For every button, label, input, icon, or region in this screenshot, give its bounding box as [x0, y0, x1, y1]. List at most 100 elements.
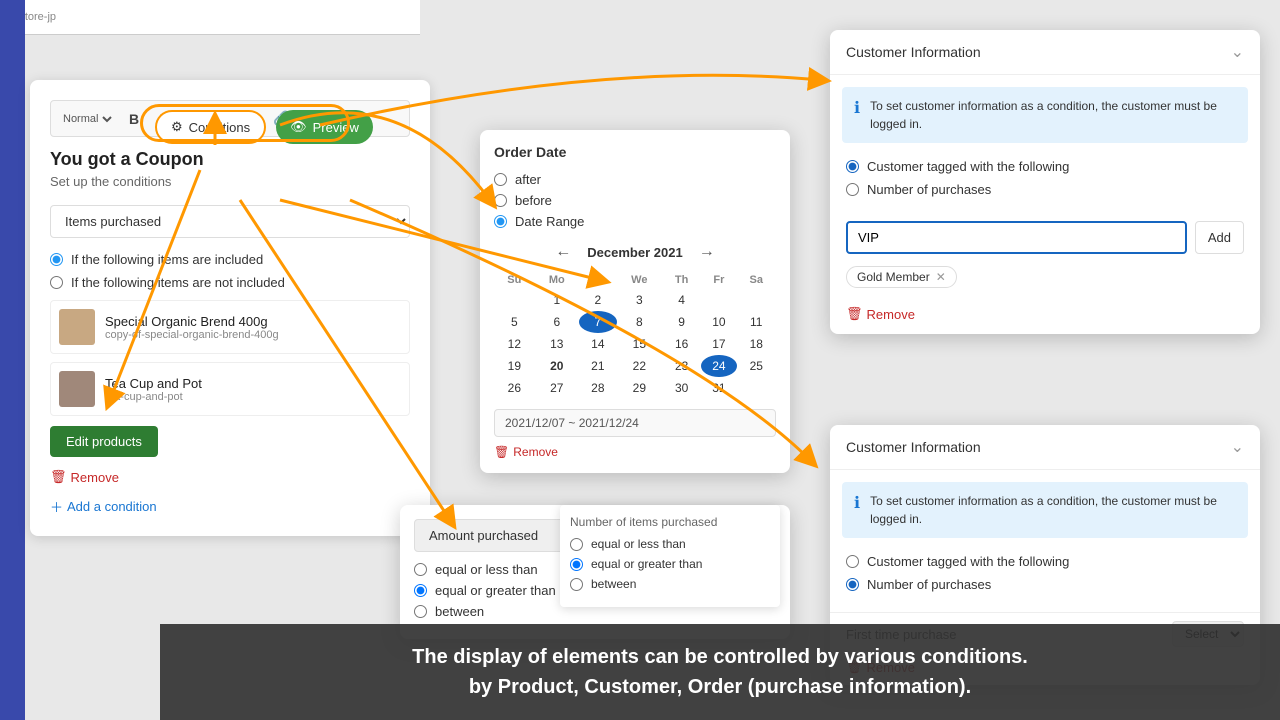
cal-header-th: Th: [662, 271, 701, 289]
info-icon-2: ℹ: [854, 493, 860, 513]
edit-products-button[interactable]: Edit products: [50, 426, 158, 457]
remove-condition-link[interactable]: 🗑 Remove: [50, 469, 410, 485]
cal-day[interactable]: 11: [737, 311, 777, 333]
font-size-select[interactable]: Normal: [59, 112, 115, 126]
table-row: 5 6 7 8 9 10 11: [494, 311, 776, 333]
date-radio-group: after before Date Range: [494, 172, 776, 229]
next-month-button[interactable]: →: [693, 241, 721, 263]
cal-day[interactable]: [737, 289, 777, 311]
editor-top-bar: r-store-jp: [0, 0, 420, 35]
radio-items-not-included[interactable]: If the following items are not included: [50, 275, 410, 290]
cal-day[interactable]: 25: [737, 355, 777, 377]
cal-day[interactable]: 2: [579, 289, 617, 311]
calendar-header: ← December 2021 →: [494, 241, 776, 263]
items-count-panel: Number of items purchased equal or less …: [560, 505, 780, 607]
cal-day[interactable]: 19: [494, 355, 535, 377]
cal-day[interactable]: [737, 377, 777, 399]
conditions-button[interactable]: ⚙ Conditions: [155, 110, 266, 144]
product-name: Tea Cup and Pot: [105, 376, 202, 391]
radio-before[interactable]: before: [494, 193, 776, 208]
tag-input-row: Add: [846, 221, 1244, 254]
radio-items-less[interactable]: equal or less than: [570, 537, 770, 551]
cal-day[interactable]: 14: [579, 333, 617, 355]
cal-day[interactable]: 27: [535, 377, 579, 399]
cal-day[interactable]: 6: [535, 311, 579, 333]
radio-customer-tagged[interactable]: Customer tagged with the following: [846, 159, 1244, 174]
cal-day[interactable]: 10: [701, 311, 736, 333]
cal-header-mo: Mo: [535, 271, 579, 289]
add-tag-button[interactable]: Add: [1195, 221, 1244, 254]
tag-remove-icon[interactable]: ✕: [936, 270, 946, 284]
cal-day[interactable]: 22: [617, 355, 662, 377]
radio-customer-tagged-2[interactable]: Customer tagged with the following: [846, 554, 1244, 569]
items-radio-group: If the following items are included If t…: [50, 252, 410, 290]
customer-radio-group-2: Customer tagged with the following Numbe…: [830, 550, 1260, 612]
cal-day[interactable]: [701, 289, 736, 311]
product-info: Tea Cup and Pot tea-cup-and-pot: [105, 376, 202, 403]
items-count-label: Number of items purchased: [570, 515, 770, 529]
gear-icon: ⚙: [171, 119, 183, 135]
remove-date-link[interactable]: 🗑 Remove: [494, 445, 776, 459]
cal-day[interactable]: 28: [579, 377, 617, 399]
customer-info-panel-1: Customer Information ⌄ ℹ To set customer…: [830, 30, 1260, 334]
cal-day[interactable]: 4: [662, 289, 701, 311]
cal-day[interactable]: 17: [701, 333, 736, 355]
radio-number-purchases[interactable]: Number of purchases: [846, 182, 1244, 197]
cal-day-end[interactable]: 24: [701, 355, 736, 377]
condition-type-select[interactable]: Items purchased: [50, 205, 410, 238]
cal-day-selected[interactable]: 7: [579, 311, 617, 333]
customer-info-title: Customer Information: [846, 44, 981, 60]
chevron-down-icon: ⌄: [1231, 42, 1244, 62]
cal-header-we: We: [617, 271, 662, 289]
radio-number-purchases-2[interactable]: Number of purchases: [846, 577, 1244, 592]
cal-day[interactable]: 1: [535, 289, 579, 311]
caption-bar: The display of elements can be controlle…: [160, 624, 1280, 720]
calendar-panel: Order Date after before Date Range ← Dec…: [480, 130, 790, 473]
preview-button[interactable]: 👁 Preview: [276, 110, 373, 144]
cal-day[interactable]: 30: [662, 377, 701, 399]
chevron-down-icon-2: ⌄: [1231, 437, 1244, 457]
setup-text: Set up the conditions: [50, 174, 410, 189]
cal-day[interactable]: 31: [701, 377, 736, 399]
cal-day[interactable]: 23: [662, 355, 701, 377]
calendar-month: December 2021: [587, 245, 682, 260]
bold-button[interactable]: B: [123, 108, 145, 130]
cal-day[interactable]: 29: [617, 377, 662, 399]
cal-day[interactable]: 16: [662, 333, 701, 355]
cal-day[interactable]: 21: [579, 355, 617, 377]
cal-day[interactable]: 26: [494, 377, 535, 399]
tag-chip: Gold Member ✕: [846, 266, 957, 288]
customer-info-title-2: Customer Information: [846, 439, 981, 455]
cal-day[interactable]: 15: [617, 333, 662, 355]
table-row: 1 2 3 4: [494, 289, 776, 311]
customer-info-header-2: Customer Information ⌄: [830, 425, 1260, 470]
customer-radio-group: Customer tagged with the following Numbe…: [830, 155, 1260, 217]
list-item: Tea Cup and Pot tea-cup-and-pot: [50, 362, 410, 416]
cal-header-tu: Tu: [579, 271, 617, 289]
remove-customer-condition-link[interactable]: 🗑 Remove: [830, 302, 1260, 334]
conditions-btn-area: ⚙ Conditions 👁 Preview: [155, 110, 373, 144]
cal-day[interactable]: 13: [535, 333, 579, 355]
radio-items-greater[interactable]: equal or greater than: [570, 557, 770, 571]
eye-icon: 👁: [290, 119, 307, 135]
radio-items-included[interactable]: If the following items are included: [50, 252, 410, 267]
trash-icon: 🗑: [494, 445, 509, 459]
add-condition-link[interactable]: ＋ Add a condition: [50, 497, 410, 516]
cal-day[interactable]: 3: [617, 289, 662, 311]
cal-day[interactable]: 18: [737, 333, 777, 355]
radio-after[interactable]: after: [494, 172, 776, 187]
prev-month-button[interactable]: ←: [549, 241, 577, 263]
radio-date-range[interactable]: Date Range: [494, 214, 776, 229]
cal-day[interactable]: [494, 289, 535, 311]
cal-header-sa: Sa: [737, 271, 777, 289]
cal-day[interactable]: 5: [494, 311, 535, 333]
radio-items-between[interactable]: between: [570, 577, 770, 591]
cal-day[interactable]: 12: [494, 333, 535, 355]
cal-day[interactable]: 8: [617, 311, 662, 333]
cal-day[interactable]: 9: [662, 311, 701, 333]
date-range-input[interactable]: [494, 409, 776, 437]
cal-day[interactable]: 20: [535, 355, 579, 377]
trash-icon: 🗑: [846, 306, 863, 322]
tag-input[interactable]: [846, 221, 1187, 254]
conditions-panel: Normal B I U A H 🔗 🖼 ··· You got a Coupo…: [30, 80, 430, 536]
